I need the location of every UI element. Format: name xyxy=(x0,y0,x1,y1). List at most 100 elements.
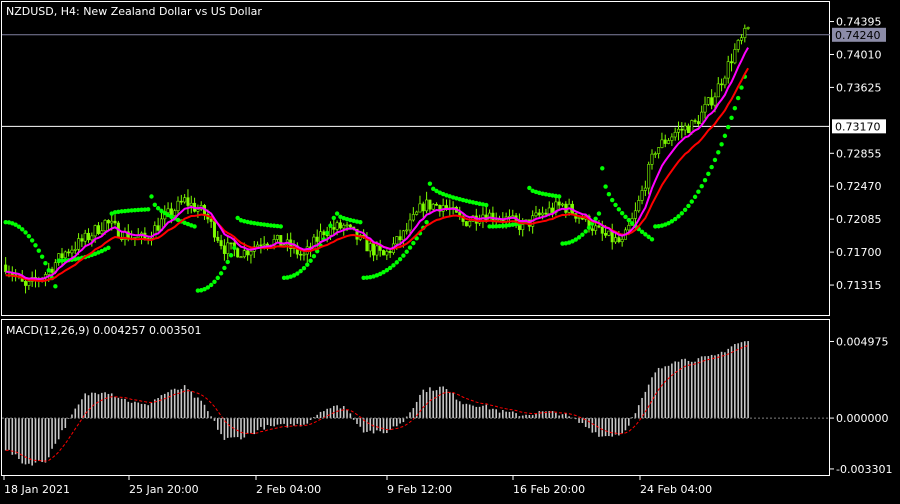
sar-dot xyxy=(33,243,38,248)
sar-dot xyxy=(39,254,45,259)
candle-body xyxy=(743,28,747,38)
candlestick[interactable] xyxy=(382,249,386,256)
sar-dot xyxy=(427,181,433,186)
sar-dot xyxy=(36,248,42,253)
sar-dot xyxy=(556,194,562,199)
current-bid-label: 0.74240 xyxy=(835,29,881,42)
candle-body xyxy=(597,225,601,228)
sar-dot xyxy=(225,259,230,265)
candle-body xyxy=(693,120,697,122)
candle-body xyxy=(189,202,193,206)
candle-body xyxy=(444,205,448,209)
sar-dot xyxy=(218,271,224,276)
candle-body xyxy=(627,225,631,231)
candle-body xyxy=(537,212,541,216)
candle-body xyxy=(266,243,270,246)
sar-dot xyxy=(407,245,413,250)
terminal-chart-window[interactable]: NZDUSD, H4: New Zealand Dollar vs US Dol… xyxy=(0,0,900,500)
candle-body xyxy=(468,221,472,227)
price-tick-label: 0.72470 xyxy=(836,180,882,193)
candle-body xyxy=(590,228,594,231)
candle-body xyxy=(63,251,67,259)
candle-body xyxy=(617,237,621,242)
candlestick[interactable] xyxy=(706,96,710,106)
candle-body xyxy=(246,250,250,256)
candle-body xyxy=(534,212,538,217)
candle-body xyxy=(173,210,177,216)
sar-dot xyxy=(616,207,622,212)
chart-canvas[interactable]: NZDUSD, H4: New Zealand Dollar vs US Dol… xyxy=(0,0,900,500)
price-tick-label: 0.74395 xyxy=(836,16,882,29)
candle-body xyxy=(614,237,618,243)
sar-dot xyxy=(586,225,592,230)
price-tick: 0.74010 xyxy=(830,48,882,61)
time-tick-label: 18 Jan 2021 xyxy=(4,483,70,496)
candle-body xyxy=(703,104,707,113)
candle-body xyxy=(176,200,180,212)
candle-body xyxy=(713,96,717,106)
time-tick-label: 24 Feb 04:00 xyxy=(640,483,712,496)
candle-body xyxy=(73,249,77,251)
candle-body xyxy=(259,244,263,247)
candle-body xyxy=(93,225,97,237)
candle-body xyxy=(594,225,598,231)
candlestick[interactable] xyxy=(236,247,240,258)
candle-body xyxy=(375,245,379,256)
candle-body xyxy=(113,220,117,224)
candlestick[interactable] xyxy=(464,220,468,227)
candle-body xyxy=(342,224,346,229)
sar-dot xyxy=(629,221,635,226)
candle-body xyxy=(83,232,87,242)
sar-dot xyxy=(324,230,330,235)
candle-body xyxy=(335,222,339,230)
sar-dot xyxy=(722,133,728,139)
candle-body xyxy=(640,190,644,201)
candle-body xyxy=(700,111,704,124)
sar-dot xyxy=(735,95,741,101)
candle-body xyxy=(338,222,342,229)
sar-dot xyxy=(610,197,615,203)
sar-dot xyxy=(729,115,734,120)
candle-body xyxy=(408,219,412,231)
candle-body xyxy=(27,281,31,286)
price-tick-label: 0.74010 xyxy=(836,48,882,61)
sar-dot xyxy=(298,268,303,274)
sar-dot xyxy=(222,265,227,271)
sar-dot xyxy=(311,254,317,259)
candle-body xyxy=(242,250,246,258)
candle-body xyxy=(667,140,671,144)
candle-body xyxy=(378,245,382,251)
candle-body xyxy=(428,199,432,210)
candle-body xyxy=(720,83,724,86)
candlestick[interactable] xyxy=(607,230,611,237)
horizontal-line-badge[interactable]: 0.73170 xyxy=(832,119,886,134)
sar-dot xyxy=(331,215,336,221)
sar-dot xyxy=(305,262,310,267)
candle-body xyxy=(212,221,216,238)
chart-background xyxy=(0,0,900,500)
candle-body xyxy=(179,200,183,203)
sar-dot xyxy=(215,275,220,281)
time-tick-label: 25 Jan 20:00 xyxy=(129,483,199,496)
candle-body xyxy=(600,226,604,234)
candle-body xyxy=(166,208,170,213)
candle-body xyxy=(653,153,657,155)
price-tick-label: 0.71315 xyxy=(836,279,882,292)
candle-body xyxy=(282,244,286,247)
sar-dot xyxy=(308,258,313,263)
sar-dot xyxy=(145,207,151,212)
sar-dot xyxy=(692,194,698,200)
candle-body xyxy=(677,128,681,133)
candle-body xyxy=(657,147,661,154)
candle-body xyxy=(328,227,332,236)
candle-body xyxy=(385,250,389,256)
sar-dot xyxy=(192,224,197,229)
candle-body xyxy=(153,225,157,239)
candle-body xyxy=(726,61,730,79)
sar-dot xyxy=(702,178,708,183)
candle-body xyxy=(663,139,667,144)
candle-body xyxy=(686,125,690,134)
candle-body xyxy=(431,203,435,210)
horizontal-line-label: 0.73170 xyxy=(835,120,881,133)
candle-body xyxy=(650,153,654,165)
